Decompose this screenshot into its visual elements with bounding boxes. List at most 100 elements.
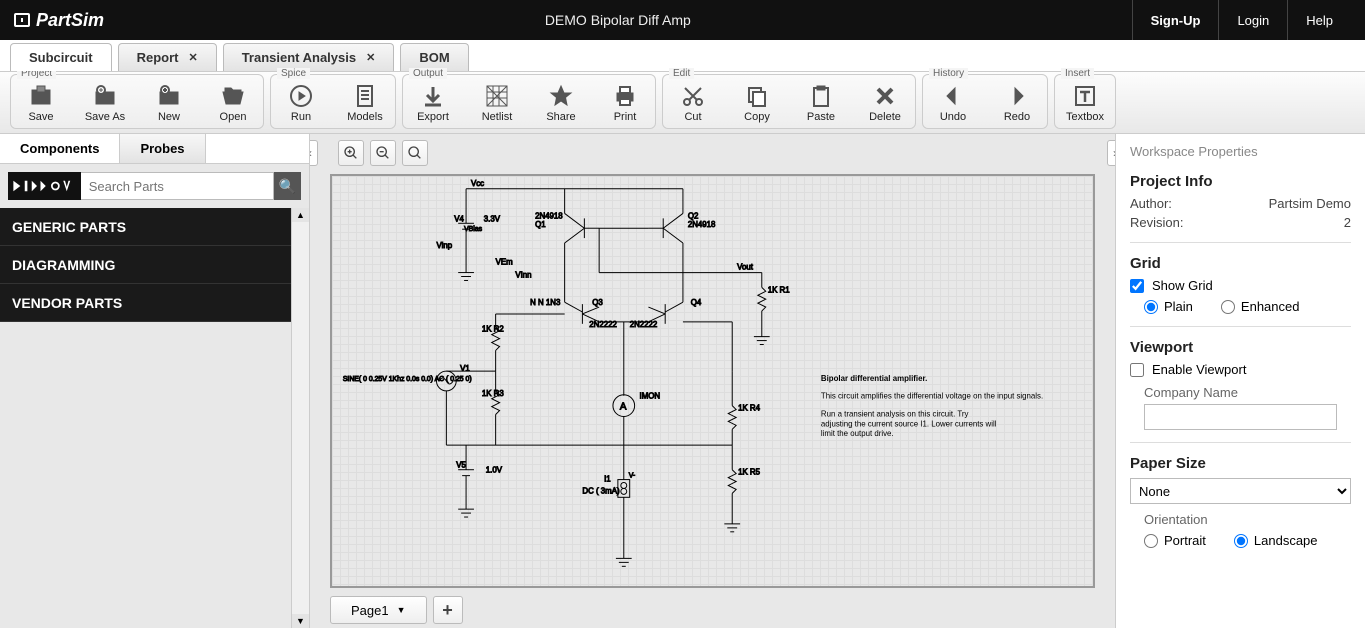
revision-value: 2 [1344,215,1351,230]
svg-text:2N2222: 2N2222 [630,320,658,329]
delete-button[interactable]: Delete [861,81,909,126]
grid-plain-radio[interactable]: Plain [1144,299,1193,314]
svg-text:VInn: VInn [515,271,531,280]
arrow-left-icon [940,83,966,109]
category-scrollbar[interactable]: ▲ ▼ [291,208,309,628]
svg-text:1K R1: 1K R1 [768,285,790,294]
download-icon [420,83,446,109]
cut-button[interactable]: Cut [669,81,717,126]
portrait-radio[interactable]: Portrait [1144,533,1206,548]
svg-text:2N4918: 2N4918 [688,220,716,229]
header-links: Sign-Up Login Help [1132,0,1351,40]
category-generic-parts[interactable]: GENERIC PARTS [0,208,291,246]
svg-text:adjusting the current source I: adjusting the current source I1. Lower c… [821,419,997,428]
scroll-down-icon[interactable]: ▼ [292,614,309,628]
arrow-logo [8,172,81,200]
svg-text:SINE( 0 0.25V 1Khz 0.0s 0.0) A: SINE( 0 0.25V 1Khz 0.0s 0.0) AC ( 0.25 0… [343,376,472,383]
copy-button[interactable]: Copy [733,81,781,126]
zoom-out-button[interactable] [370,140,396,166]
redo-button[interactable]: Redo [993,81,1041,126]
tab-components[interactable]: Components [0,134,120,163]
schematic-canvas[interactable]: Vcc V4 3.3V VBias Vinp VEm [330,174,1095,588]
svg-text:Run a transient analysis on th: Run a transient analysis on this circuit… [821,409,969,418]
export-button[interactable]: Export [409,81,457,126]
save-button[interactable]: Save [17,81,65,126]
saveas-button[interactable]: Save As [81,81,129,126]
paper-size-select[interactable]: None [1130,478,1351,504]
star-icon [548,83,574,109]
svg-text:VEm: VEm [496,258,514,267]
share-button[interactable]: Share [537,81,585,126]
orientation-label: Orientation [1144,512,1351,527]
main-toolbar: Project Save Save As New Open Spice Run … [0,72,1365,134]
run-button[interactable]: Run [277,81,325,126]
svg-text:Q3: Q3 [592,298,603,307]
group-label: Insert [1061,68,1094,79]
brand-icon [14,13,30,27]
document-icon [352,83,378,109]
tab-bom[interactable]: BOM [400,43,468,71]
models-button[interactable]: Models [341,81,389,126]
search-button[interactable]: 🔍 [274,172,301,200]
svg-text:V5: V5 [456,461,466,470]
new-button[interactable]: New [145,81,193,126]
enable-viewport-checkbox[interactable]: Enable Viewport [1130,362,1351,377]
netlist-button[interactable]: Netlist [473,81,521,126]
page-tab[interactable]: Page1▼ [330,596,427,624]
collapse-right-icon[interactable]: › [1107,140,1115,166]
undo-button[interactable]: Undo [929,81,977,126]
signup-link[interactable]: Sign-Up [1132,0,1219,40]
author-label: Author: [1130,196,1172,211]
zoom-fit-button[interactable] [402,140,428,166]
category-diagramming[interactable]: DIAGRAMMING [0,246,291,284]
textbox-icon [1072,83,1098,109]
svg-text:N N 1N3: N N 1N3 [530,298,561,307]
paste-icon [808,83,834,109]
search-input[interactable] [81,172,274,200]
svg-text:VBias: VBias [464,226,483,233]
svg-text:V1: V1 [460,364,470,373]
tab-probes[interactable]: Probes [120,134,205,163]
print-icon [612,83,638,109]
print-button[interactable]: Print [601,81,649,126]
zoom-in-button[interactable] [338,140,364,166]
category-vendor-parts[interactable]: VENDOR PARTS [0,284,291,322]
svg-text:2N4918: 2N4918 [535,211,563,220]
canvas-area[interactable]: ‹ Vcc [310,134,1115,628]
add-page-button[interactable]: + [433,596,463,624]
section-grid: Grid [1130,255,1351,272]
svg-text:V-: V- [629,473,636,480]
svg-text:Vcc: Vcc [471,179,484,188]
help-link[interactable]: Help [1287,0,1351,40]
landscape-radio[interactable]: Landscape [1234,533,1318,548]
svg-text:A: A [620,402,627,413]
save-icon [28,83,54,109]
company-name-input[interactable] [1144,404,1337,430]
open-icon [220,83,246,109]
tab-transient[interactable]: Transient Analysis✕ [223,43,395,71]
svg-text:1.0V: 1.0V [486,466,503,475]
open-button[interactable]: Open [209,81,257,126]
svg-text:This circuit amplifies the dif: This circuit amplifies the differential … [821,392,1043,401]
section-paper-size: Paper Size [1130,455,1351,472]
grid-enhanced-radio[interactable]: Enhanced [1221,299,1300,314]
left-panel: Components Probes 🔍 GENERIC PARTS DIAGRA… [0,134,310,628]
arrow-right-icon [1004,83,1030,109]
group-label: History [929,68,968,79]
delete-icon [872,83,898,109]
svg-text:I1: I1 [604,475,611,484]
login-link[interactable]: Login [1218,0,1287,40]
group-label: Spice [277,68,310,79]
paste-button[interactable]: Paste [797,81,845,126]
close-icon[interactable]: ✕ [188,51,197,64]
scroll-up-icon[interactable]: ▲ [292,208,309,222]
tab-report[interactable]: Report✕ [118,43,217,71]
group-label: Output [409,68,447,79]
close-icon[interactable]: ✕ [366,51,375,64]
svg-text:1K R2: 1K R2 [482,325,504,334]
show-grid-checkbox[interactable]: Show Grid [1130,278,1351,293]
tab-subcircuit[interactable]: Subcircuit [10,43,112,71]
play-icon [288,83,314,109]
chevron-down-icon: ▼ [397,605,406,615]
textbox-button[interactable]: Textbox [1061,81,1109,126]
